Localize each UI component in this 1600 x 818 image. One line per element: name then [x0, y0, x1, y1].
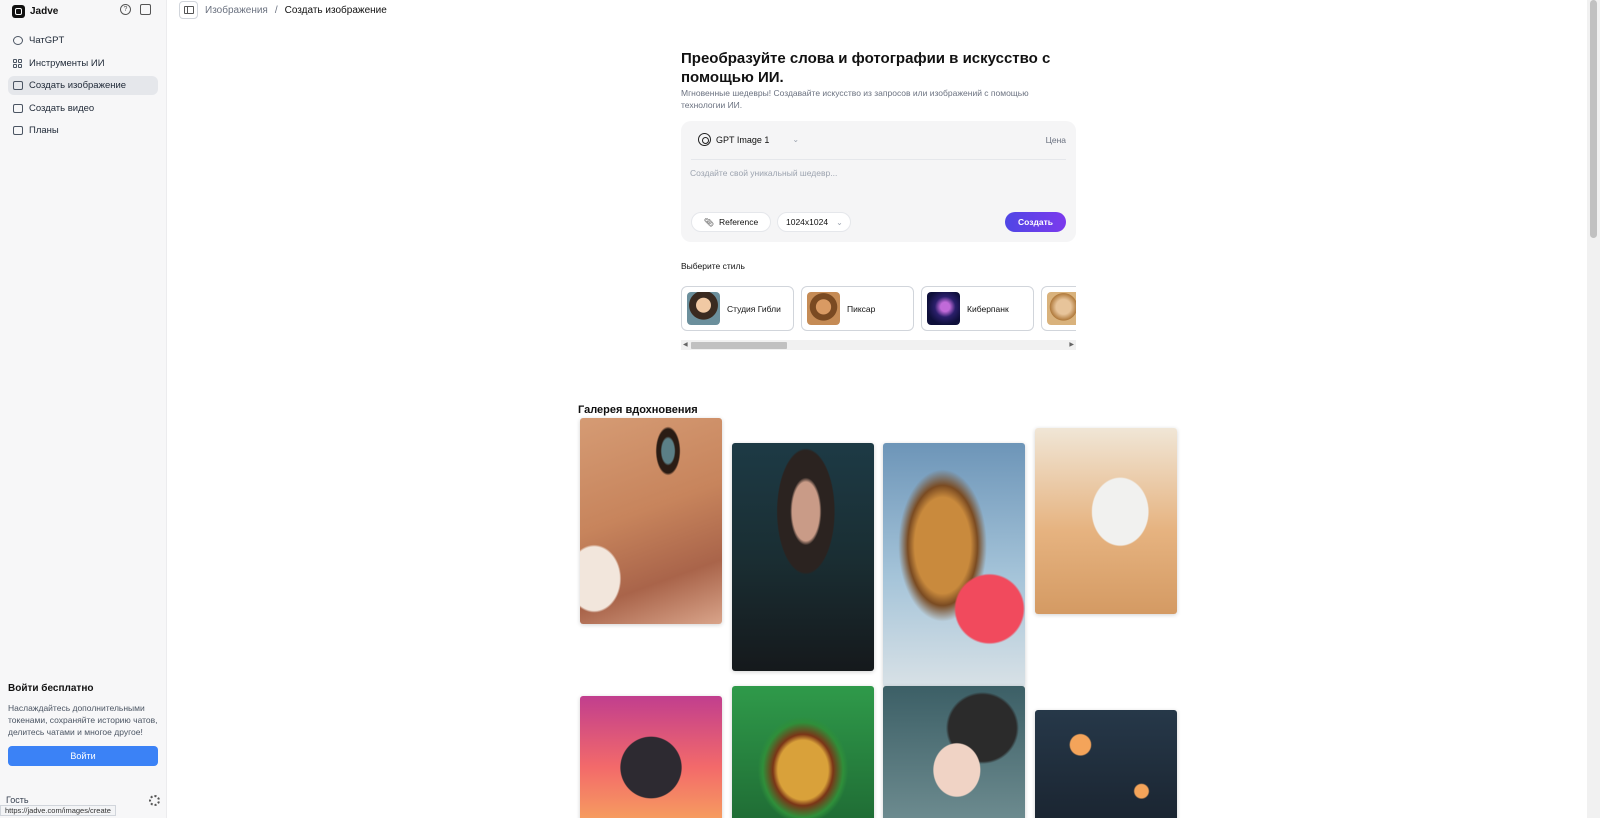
- sidebar-item-create-video[interactable]: Создать видео: [8, 99, 158, 118]
- style-thumbnail: [807, 292, 840, 325]
- model-name: GPT Image 1: [716, 134, 770, 145]
- sidebar-item-label: Планы: [29, 125, 59, 136]
- toggle-sidebar-button[interactable]: [179, 1, 198, 19]
- sidebar-item-label: Создать видео: [29, 102, 95, 114]
- sidebar-nav: ЧатGPT Инструменты ИИ Создать изображени…: [8, 31, 158, 144]
- sidebar-item-plans[interactable]: Планы: [8, 121, 158, 140]
- style-card-pixar[interactable]: Пиксар: [801, 286, 914, 331]
- sidebar-item-label: ЧатGPT: [29, 35, 65, 46]
- login-button[interactable]: Войти: [8, 746, 158, 766]
- gallery-image-robot-desert[interactable]: [1035, 428, 1177, 614]
- style-name: Студия Гибли: [727, 303, 781, 314]
- style-thumbnail: [927, 292, 960, 325]
- gallery-image-butterflies[interactable]: [1035, 710, 1177, 818]
- card-divider: [691, 159, 1066, 160]
- style-card-more[interactable]: [1041, 286, 1076, 331]
- style-thumbnail: [1047, 292, 1076, 325]
- sidebar-item-ai-tools[interactable]: Инструменты ИИ: [8, 54, 158, 73]
- book-icon[interactable]: [140, 4, 151, 15]
- chevron-down-icon: ⌄: [792, 135, 800, 144]
- user-name[interactable]: Гость: [6, 795, 29, 805]
- page-title: Преобразуйте слова и фотографии в искусс…: [681, 50, 1051, 86]
- login-text: Наслаждайтесь дополнительными токенами, …: [8, 703, 158, 737]
- gallery-image-giraffe[interactable]: [883, 443, 1025, 687]
- scrollbar-thumb[interactable]: [691, 342, 787, 349]
- video-icon: [13, 103, 23, 113]
- sidebar-toggle-icon: [183, 6, 194, 14]
- reference-label: Reference: [718, 217, 759, 227]
- gallery-image-burger[interactable]: [732, 686, 874, 818]
- page-scrollbar[interactable]: [1587, 0, 1600, 818]
- gear-icon[interactable]: [149, 795, 160, 806]
- scroll-left-icon[interactable]: ◀: [683, 341, 688, 348]
- help-icon[interactable]: ?: [120, 4, 131, 15]
- login-promo: Войти бесплатно Наслаждайтесь дополнител…: [8, 683, 158, 766]
- price-link[interactable]: Цена: [1046, 135, 1066, 145]
- style-scrollbar[interactable]: ◀ ▶: [681, 340, 1076, 350]
- sidebar-item-label: Создать изображение: [29, 80, 127, 91]
- status-url: https://jadve.com/images/create: [0, 805, 116, 816]
- style-thumbnail: [687, 292, 720, 325]
- style-strip: Студия Гибли Пиксар Киберпанк: [681, 286, 1076, 331]
- jadve-logo-icon: [12, 4, 25, 18]
- reference-button[interactable]: 📎︎ Reference: [691, 212, 771, 232]
- grid-icon: [13, 58, 23, 68]
- size-value: 1024x1024: [786, 217, 829, 227]
- style-card-cyberpunk[interactable]: Киберпанк: [921, 286, 1034, 331]
- sidebar-item-label: Инструменты ИИ: [29, 57, 105, 69]
- breadcrumb-separator: /: [274, 4, 278, 16]
- plans-icon: [13, 126, 23, 135]
- style-name: Киберпанк: [967, 303, 1009, 314]
- image-icon: [13, 81, 23, 90]
- sidebar-tools: ?: [120, 4, 151, 15]
- size-select[interactable]: 1024x1024 ⌄: [777, 212, 851, 232]
- scrollbar-thumb[interactable]: [1590, 0, 1597, 238]
- breadcrumb: Изображения / Создать изображение: [179, 1, 387, 19]
- gallery-title: Галерея вдохновения: [578, 404, 698, 416]
- prompt-card: GPT Image 1 ⌄ Цена 📎︎ Reference 1024x102…: [681, 121, 1076, 242]
- style-card-ghibli[interactable]: Студия Гибли: [681, 286, 794, 331]
- style-name: Пиксар: [847, 303, 876, 314]
- login-title: Войти бесплатно: [8, 683, 94, 694]
- prompt-input[interactable]: [690, 163, 1060, 183]
- scroll-right-icon[interactable]: ▶: [1069, 341, 1074, 348]
- sidebar: Jadve ? ЧатGPT Инструменты ИИ Создать из…: [0, 0, 167, 818]
- style-label: Выберите стиль: [681, 261, 745, 271]
- brand-name: Jadve: [30, 5, 59, 17]
- brand[interactable]: Jadve: [12, 4, 58, 18]
- breadcrumb-current: Создать изображение: [284, 4, 387, 16]
- sidebar-item-chatgpt[interactable]: ЧатGPT: [8, 31, 158, 50]
- paperclip-icon: 📎︎: [703, 217, 714, 227]
- chevron-down-icon: ⌄: [836, 217, 843, 227]
- model-selector[interactable]: GPT Image 1 ⌄: [698, 133, 799, 146]
- chat-icon: [13, 36, 23, 45]
- create-button[interactable]: Создать: [1005, 212, 1066, 232]
- sidebar-item-create-image[interactable]: Создать изображение: [8, 76, 158, 95]
- breadcrumb-parent[interactable]: Изображения: [205, 5, 268, 16]
- gallery-image-woman-rain[interactable]: [732, 443, 874, 671]
- gallery-image-woman-eye[interactable]: [580, 418, 722, 624]
- gallery-image-woman-portrait[interactable]: [883, 686, 1025, 818]
- gallery-image-robot-head[interactable]: [580, 696, 722, 818]
- openai-icon: [698, 133, 711, 146]
- page-subtitle: Мгновенные шедевры! Создавайте искусство…: [681, 88, 1029, 110]
